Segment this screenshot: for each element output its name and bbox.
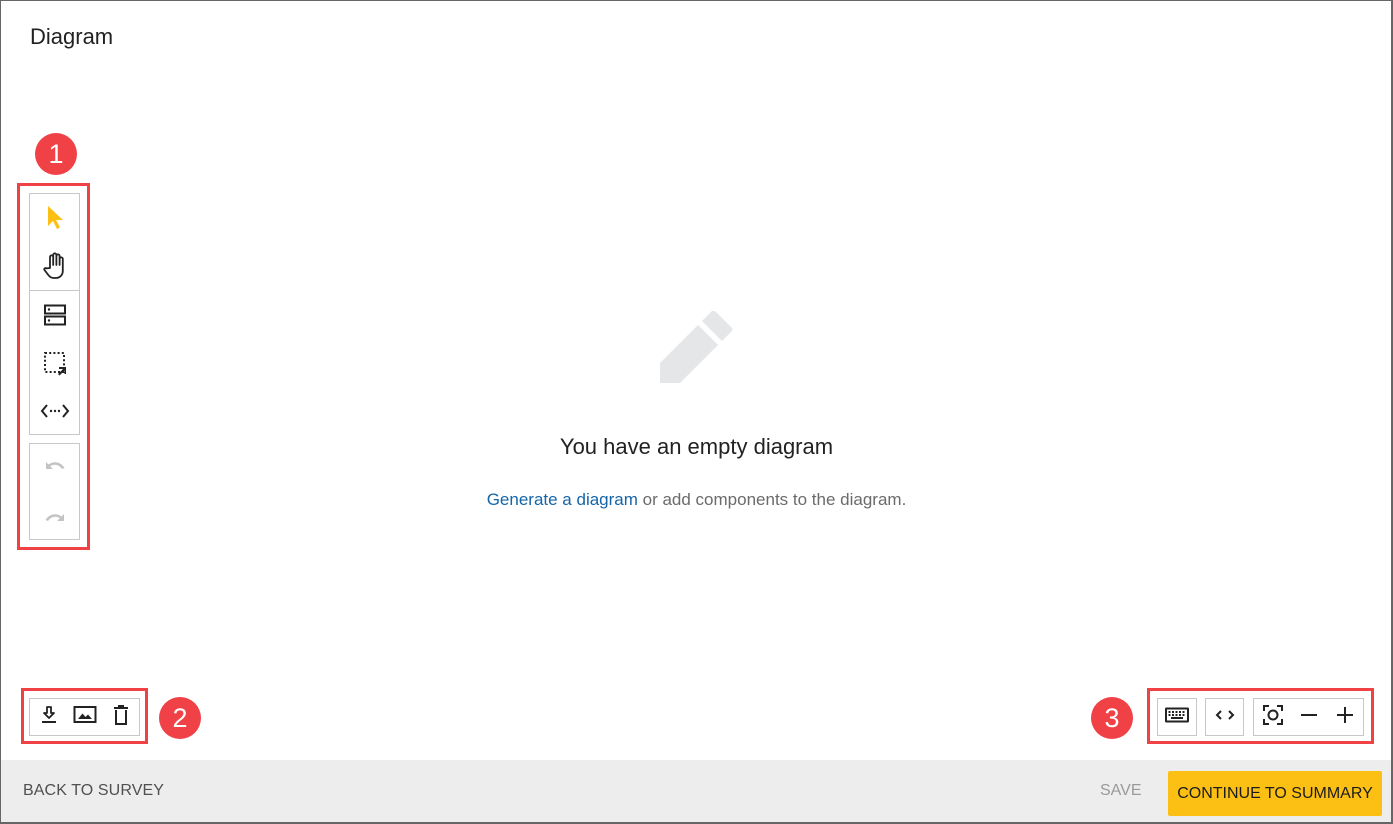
keyboard-shortcuts-button[interactable]	[1159, 699, 1195, 735]
page-title: Diagram	[30, 24, 114, 49]
add-boundary-button[interactable]	[30, 339, 79, 387]
download-button[interactable]	[31, 699, 67, 735]
fit-to-screen-button[interactable]	[1255, 699, 1291, 735]
empty-state-subtitle: Generate a diagram or add components to …	[0, 490, 1393, 510]
image-icon	[73, 705, 97, 730]
zoom-controls-group	[1253, 698, 1364, 736]
callout-badge-1: 1	[35, 133, 77, 175]
zoom-out-button[interactable]	[1291, 699, 1327, 735]
add-dataflow-button[interactable]	[30, 387, 79, 435]
bottom-left-toolbar	[29, 698, 140, 736]
empty-state-hint: or add components to the diagram.	[637, 490, 907, 509]
keyboard-icon	[1164, 706, 1190, 729]
pan-tool-button[interactable]	[30, 242, 79, 290]
server-icon	[43, 303, 67, 327]
save-button[interactable]: SAVE	[1100, 782, 1142, 800]
code-view-group	[1205, 698, 1244, 736]
callout-badge-2: 2	[159, 697, 201, 739]
zoom-in-icon	[1336, 706, 1354, 729]
download-icon	[39, 705, 59, 730]
hand-icon	[41, 251, 69, 281]
callout-badge-3: 3	[1091, 697, 1133, 739]
code-view-button[interactable]	[1207, 699, 1243, 735]
footer-bar: BACK TO SURVEY SAVE CONTINUE TO SUMMARY	[1, 760, 1391, 822]
tool-group-modes	[29, 193, 80, 435]
export-image-button[interactable]	[67, 699, 103, 735]
delete-button[interactable]	[103, 699, 139, 735]
generate-diagram-link[interactable]: Generate a diagram	[487, 490, 638, 509]
add-component-button[interactable]	[30, 291, 79, 339]
back-to-survey-button[interactable]: BACK TO SURVEY	[23, 782, 164, 800]
empty-state-title: You have an empty diagram	[559, 434, 834, 459]
pointer-tool-button[interactable]	[30, 194, 79, 242]
keyboard-shortcuts-group	[1157, 698, 1197, 736]
undo-icon	[42, 458, 68, 478]
fit-screen-icon	[1262, 704, 1284, 731]
zoom-out-icon	[1300, 706, 1318, 729]
dataflow-icon	[40, 401, 70, 421]
code-icon	[1215, 708, 1235, 727]
pencil-icon	[660, 310, 734, 388]
boundary-select-icon	[42, 350, 68, 376]
continue-to-summary-button[interactable]: CONTINUE TO SUMMARY	[1168, 771, 1382, 816]
zoom-in-button[interactable]	[1327, 699, 1363, 735]
trash-icon	[111, 704, 131, 731]
pointer-icon	[43, 204, 67, 232]
